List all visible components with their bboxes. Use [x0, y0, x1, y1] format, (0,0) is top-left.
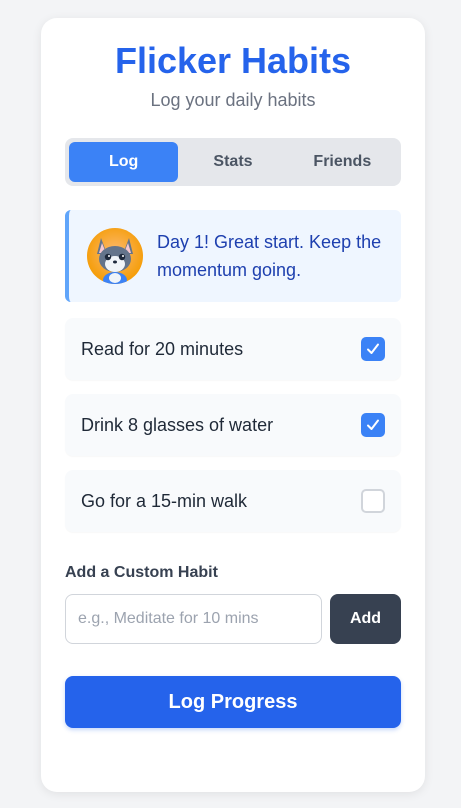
- log-progress-button[interactable]: Log Progress: [65, 676, 401, 728]
- fox-mascot-icon: [87, 228, 143, 284]
- tab-friends[interactable]: Friends: [288, 142, 397, 182]
- habit-label: Go for a 15-min walk: [81, 490, 248, 511]
- habit-item: Drink 8 glasses of water: [65, 394, 401, 456]
- habit-checkbox[interactable]: [361, 337, 385, 361]
- banner-message: Day 1! Great start. Keep the momentum go…: [157, 232, 382, 280]
- habit-card: Flicker Habits Log your daily habits Log…: [41, 18, 425, 792]
- habit-checkbox[interactable]: [361, 489, 385, 513]
- habit-checkbox[interactable]: [361, 413, 385, 437]
- tab-log[interactable]: Log: [69, 142, 179, 182]
- app-title: Flicker Habits: [114, 40, 352, 81]
- app-subtitle: Log your daily habits: [150, 90, 316, 110]
- habit-item: Read for 20 minutes: [65, 318, 401, 380]
- checkmark-icon: [367, 419, 379, 430]
- custom-habit-input[interactable]: [65, 594, 322, 644]
- tab-bar: Log Stats Friends: [65, 138, 401, 186]
- checkmark-icon: [367, 343, 379, 354]
- habit-label: Read for 20 minutes: [81, 338, 244, 359]
- encouragement-banner: Day 1! Great start. Keep the momentum go…: [65, 210, 401, 302]
- custom-habit-label: Add a Custom Habit: [65, 564, 218, 581]
- habit-item: Go for a 15-min walk: [65, 470, 401, 532]
- add-habit-button[interactable]: Add: [330, 594, 401, 644]
- tab-stats[interactable]: Stats: [178, 142, 287, 182]
- habit-label: Drink 8 glasses of water: [81, 414, 274, 435]
